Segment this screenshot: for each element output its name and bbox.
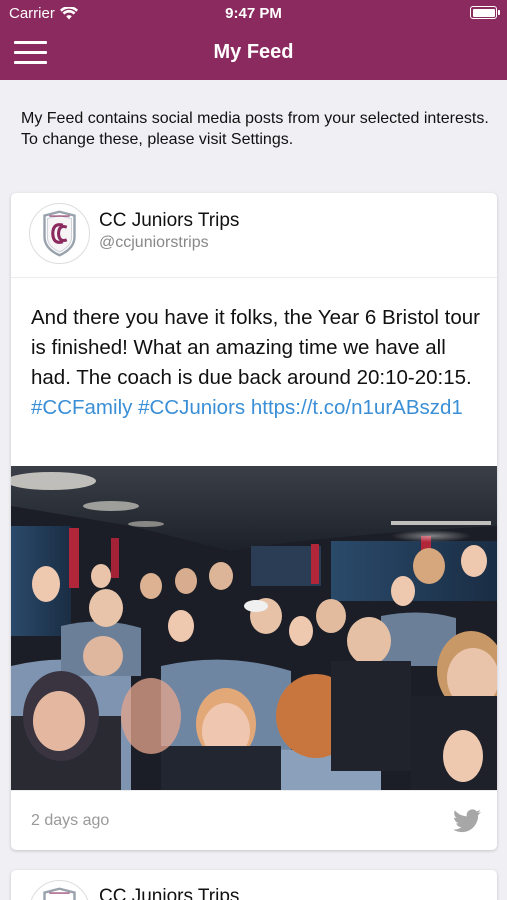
club-logo-icon xyxy=(29,880,90,900)
post-author[interactable]: CC Juniors Trips xyxy=(99,886,239,900)
post-body: And there you have it folks, the Year 6 … xyxy=(31,303,481,423)
post-photo[interactable] xyxy=(11,466,497,790)
post-text: And there you have it folks, the Year 6 … xyxy=(31,306,480,389)
status-bar: Carrier 9:47 PM xyxy=(0,0,507,26)
clock: 9:47 PM xyxy=(225,5,282,22)
nav-bar: My Feed xyxy=(0,26,507,80)
post-card[interactable]: CC Juniors Trips @ccjuniorstrips And the… xyxy=(11,193,497,850)
post-handle[interactable]: @ccjuniorstrips xyxy=(99,234,209,252)
twitter-icon[interactable] xyxy=(453,808,481,834)
post-footer-divider xyxy=(11,790,497,791)
post-card[interactable]: CC Juniors Trips xyxy=(11,870,497,900)
feed-intro-text: My Feed contains social media posts from… xyxy=(21,110,489,148)
battery-icon xyxy=(470,6,500,19)
page-title: My Feed xyxy=(213,41,294,63)
post-link[interactable]: #CCFamily #CCJuniors https://t.co/n1urAB… xyxy=(31,396,463,419)
post-header-divider xyxy=(11,277,497,278)
post-timestamp: 2 days ago xyxy=(31,812,110,829)
club-logo-icon xyxy=(29,203,90,264)
post-author[interactable]: CC Juniors Trips xyxy=(99,210,239,232)
